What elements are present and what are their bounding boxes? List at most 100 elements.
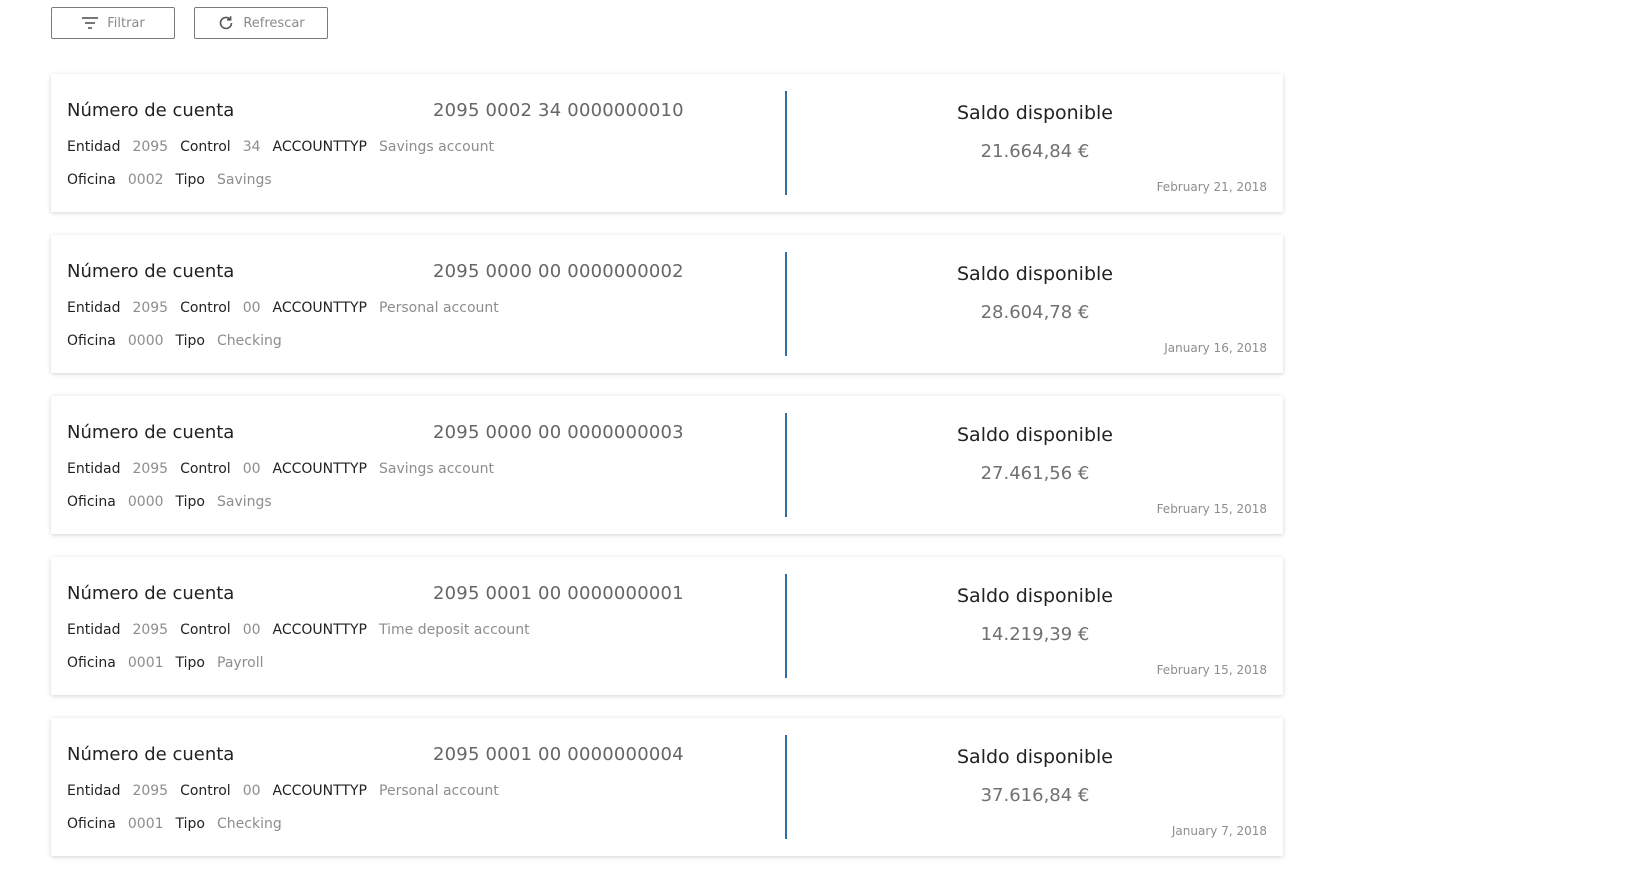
accounttyp-value: Personal account [379,783,499,799]
account-details-row-1: Entidad 2095 Control 00 ACCOUNTTYP Savin… [67,461,506,477]
control-label: Control [180,783,231,799]
entidad-value: 2095 [132,622,169,638]
accounttyp-label: ACCOUNTTYP [272,139,368,155]
tipo-label: Tipo [175,655,205,671]
saldo-value: 27.461,56 € [980,463,1090,484]
accounttyp-label: ACCOUNTTYP [272,461,368,477]
tipo-value: Checking [217,333,282,349]
oficina-value: 0000 [127,494,164,510]
account-number-value: 2095 0000 00 0000000002 [433,261,684,282]
balance-section: Saldo disponible 21.664,84 € February 21… [787,74,1283,212]
entidad-value: 2095 [132,783,169,799]
account-details-row-2: Oficina 0001 Tipo Payroll [67,655,275,671]
account-number-value: 2095 0000 00 0000000003 [433,422,684,443]
control-label: Control [180,300,231,316]
accounttyp-value: Savings account [379,139,494,155]
account-info: Número de cuenta 2095 0000 00 0000000002… [67,235,807,373]
tipo-value: Checking [217,816,282,832]
accounttyp-value: Time deposit account [379,622,530,638]
control-value: 00 [242,461,261,477]
oficina-label: Oficina [67,816,116,832]
account-card[interactable]: Número de cuenta 2095 0001 00 0000000004… [51,718,1283,856]
accounttyp-value: Personal account [379,300,499,316]
accounttyp-label: ACCOUNTTYP [272,300,368,316]
refresh-button-label: Refrescar [243,15,305,31]
balance-section: Saldo disponible 37.616,84 € January 7, … [787,718,1283,856]
card-date: February 15, 2018 [1156,663,1267,677]
account-number-value: 2095 0002 34 0000000010 [433,100,684,121]
saldo-value: 14.219,39 € [980,624,1090,645]
saldo-value: 37.616,84 € [980,785,1090,806]
oficina-value: 0000 [127,333,164,349]
account-details-row-1: Entidad 2095 Control 00 ACCOUNTTYP Time … [67,622,542,638]
account-details-row-2: Oficina 0001 Tipo Checking [67,816,294,832]
control-value: 34 [242,139,261,155]
balance-section: Saldo disponible 27.461,56 € February 15… [787,396,1283,534]
control-label: Control [180,139,231,155]
entidad-label: Entidad [67,622,121,638]
account-info: Número de cuenta 2095 0001 00 0000000001… [67,557,807,695]
entidad-label: Entidad [67,783,121,799]
oficina-value: 0002 [127,172,164,188]
tipo-value: Savings [217,172,272,188]
saldo-value: 21.664,84 € [980,141,1090,162]
card-date: January 16, 2018 [1164,341,1267,355]
account-details-row-2: Oficina 0000 Tipo Checking [67,333,294,349]
saldo-label: Saldo disponible [957,585,1113,607]
tipo-value: Savings [217,494,272,510]
entidad-label: Entidad [67,139,121,155]
oficina-value: 0001 [127,655,164,671]
card-date: February 21, 2018 [1156,180,1267,194]
tipo-label: Tipo [175,333,205,349]
account-number-label: Número de cuenta [67,744,235,765]
oficina-label: Oficina [67,333,116,349]
account-details-row-1: Entidad 2095 Control 00 ACCOUNTTYP Perso… [67,300,511,316]
account-details-row-1: Entidad 2095 Control 34 ACCOUNTTYP Savin… [67,139,506,155]
oficina-value: 0001 [127,816,164,832]
account-number-value: 2095 0001 00 0000000001 [433,583,684,604]
account-number-value: 2095 0001 00 0000000004 [433,744,684,765]
account-card[interactable]: Número de cuenta 2095 0002 34 0000000010… [51,74,1283,212]
control-label: Control [180,622,231,638]
entidad-value: 2095 [132,300,169,316]
card-date: February 15, 2018 [1156,502,1267,516]
entidad-label: Entidad [67,461,121,477]
filter-lines-icon [81,16,99,30]
account-details-row-2: Oficina 0000 Tipo Savings [67,494,284,510]
tipo-label: Tipo [175,816,205,832]
account-card[interactable]: Número de cuenta 2095 0001 00 0000000001… [51,557,1283,695]
accounttyp-value: Savings account [379,461,494,477]
tipo-value: Payroll [217,655,264,671]
entidad-value: 2095 [132,461,169,477]
saldo-label: Saldo disponible [957,424,1113,446]
accounts-list: Número de cuenta 2095 0002 34 0000000010… [51,74,1283,879]
account-details-row-1: Entidad 2095 Control 00 ACCOUNTTYP Perso… [67,783,511,799]
account-number-label: Número de cuenta [67,583,235,604]
oficina-label: Oficina [67,172,116,188]
filter-button[interactable]: Filtrar [51,7,175,39]
entidad-value: 2095 [132,139,169,155]
saldo-value: 28.604,78 € [980,302,1090,323]
account-number-label: Número de cuenta [67,100,235,121]
account-info: Número de cuenta 2095 0002 34 0000000010… [67,74,807,212]
account-card[interactable]: Número de cuenta 2095 0000 00 0000000003… [51,396,1283,534]
control-label: Control [180,461,231,477]
oficina-label: Oficina [67,494,116,510]
toolbar: Filtrar Refrescar [51,7,328,39]
oficina-label: Oficina [67,655,116,671]
refresh-button[interactable]: Refrescar [194,7,328,39]
accounttyp-label: ACCOUNTTYP [272,622,368,638]
account-card[interactable]: Número de cuenta 2095 0000 00 0000000002… [51,235,1283,373]
account-number-label: Número de cuenta [67,422,235,443]
control-value: 00 [242,622,261,638]
filter-button-label: Filtrar [107,15,145,31]
saldo-label: Saldo disponible [957,102,1113,124]
balance-section: Saldo disponible 28.604,78 € January 16,… [787,235,1283,373]
tipo-label: Tipo [175,172,205,188]
refresh-icon [217,14,235,32]
account-details-row-2: Oficina 0002 Tipo Savings [67,172,284,188]
control-value: 00 [242,300,261,316]
saldo-label: Saldo disponible [957,746,1113,768]
tipo-label: Tipo [175,494,205,510]
entidad-label: Entidad [67,300,121,316]
